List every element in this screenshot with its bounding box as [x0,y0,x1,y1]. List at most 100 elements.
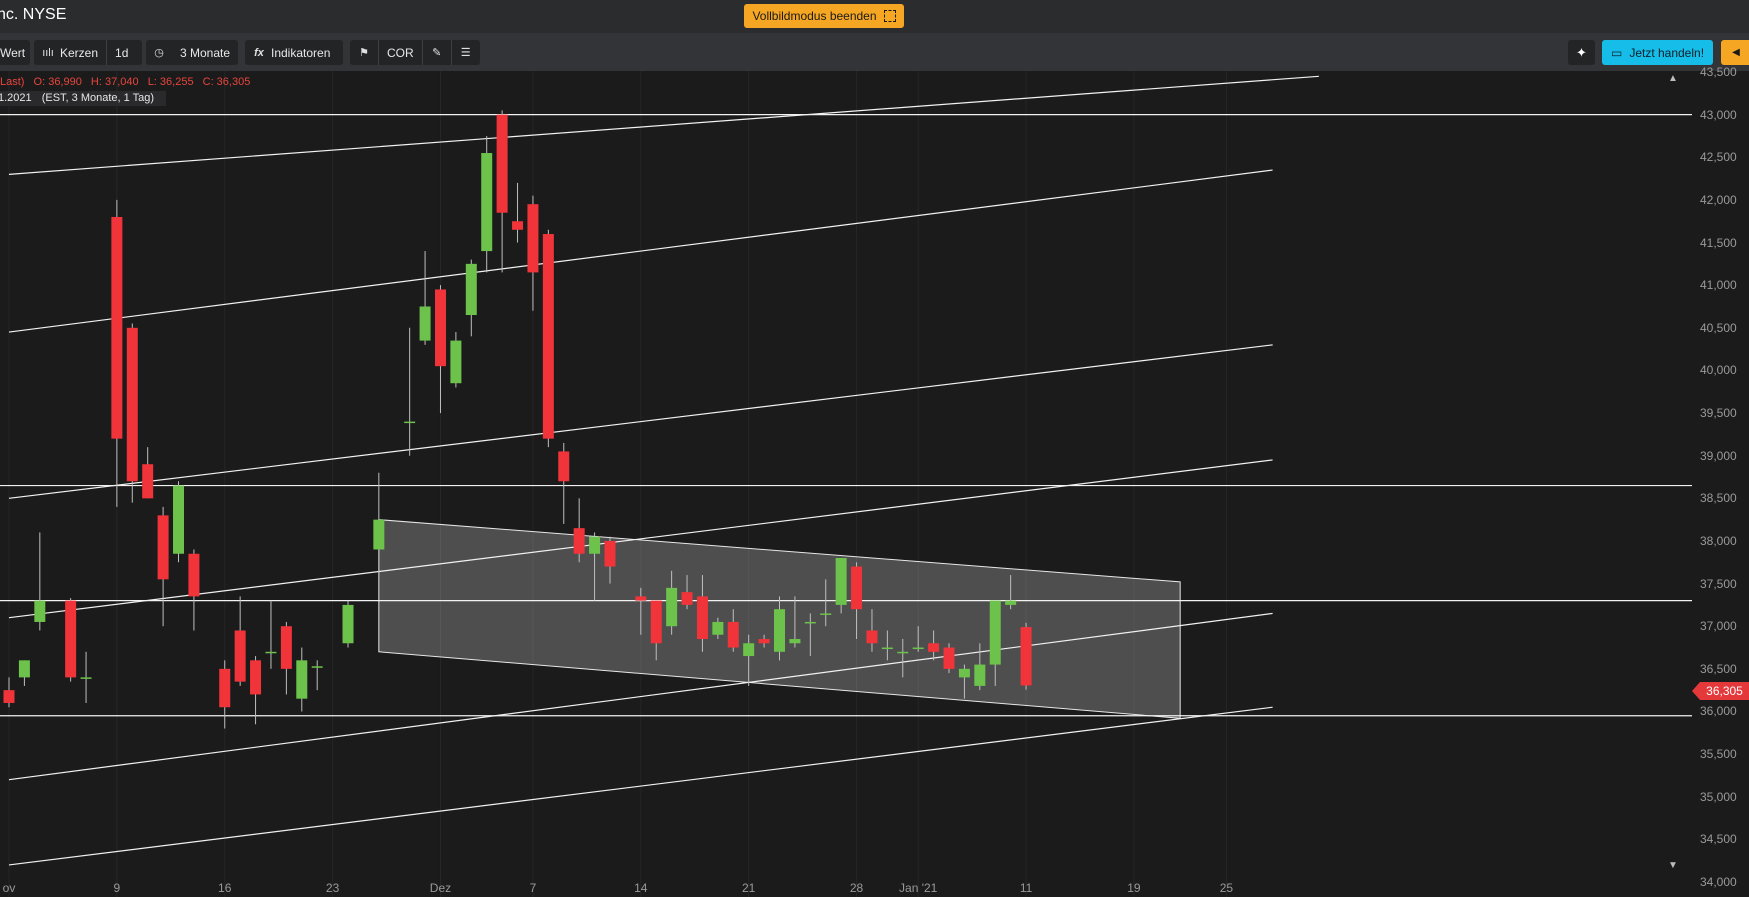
candle-body [142,464,154,499]
period-button[interactable]: 3 Monate [172,40,238,65]
candle-body [173,485,185,554]
bookmark-button[interactable]: ⚑ [350,40,378,65]
candle-body [3,690,15,703]
candle-body [1020,627,1032,686]
candle-body [465,263,477,316]
candle-body [696,596,708,640]
time-axis-label: 25 [1219,881,1234,895]
candle-body [342,604,354,644]
candle-body [635,596,647,601]
price-axis-label: 38,000 [1700,533,1737,548]
clock-icon: ◷ [154,47,164,59]
compare-button[interactable]: COR [379,40,422,65]
candle-body [296,660,308,699]
time-axis-label: 23 [325,881,340,895]
chart-type-label: Kerzen [60,45,99,60]
price-axis-label: 36,000 [1700,704,1737,719]
scroll-up-icon[interactable]: ▲ [1668,73,1678,84]
candle-body [419,306,431,341]
draw-button[interactable]: ✎ [423,40,451,65]
time-axis-label: 9 [113,881,121,895]
price-axis-label: 41,000 [1700,278,1737,293]
time-axis-label: 7 [529,881,537,895]
price-axis-label: 39,500 [1700,406,1737,421]
tools-group: ⚑ COR ✎ ☰ [350,40,480,65]
candle-body [789,639,801,644]
price-axis-label: 34,000 [1700,875,1737,889]
last-price-badge: 36,305 [1700,682,1749,700]
indicators-button[interactable]: fx Indikatoren [245,40,338,65]
candle-body [928,643,940,652]
chevron-left-icon: ◀ [1732,47,1740,58]
indicators-label: Indikatoren [271,45,331,60]
candle-body [280,626,292,669]
candle-body [989,600,1001,665]
chart-type-group: ıılı Kerzen 1d [34,40,142,65]
candle-body [496,114,508,213]
candle-body [589,536,601,554]
chart-toolbar: Wert ıılı Kerzen 1d ◷ 3 Monate fx Indika… [0,33,1749,71]
candle-body [604,540,616,567]
candlestick-icon: ıılı [42,46,54,59]
candle-body [219,668,231,708]
collapse-panel-button[interactable]: ◀ [1721,40,1749,65]
value-label: Wert [0,45,26,60]
scroll-down-icon[interactable]: ▼ [1668,860,1678,871]
interval-button[interactable]: 1d [107,40,136,65]
candle-body [774,609,785,652]
trade-now-button[interactable]: ▭ Jetzt handeln! [1602,40,1713,65]
price-axis-label: 36,500 [1700,661,1737,676]
price-axis-label: 42,000 [1700,192,1737,207]
candle-body [404,421,416,424]
open-value: O: 36,990 [33,76,82,88]
candle-body [758,639,770,644]
value-selector[interactable]: Wert [0,40,30,65]
legend-date: 1.2021 [0,92,32,104]
candle-body [157,515,169,580]
candle-body [18,660,30,678]
period-group: ◷ 3 Monate [146,40,238,65]
last-price-pointer [1692,682,1700,700]
candle-body [835,558,847,605]
time-axis-label: 28 [849,881,864,895]
candle-body [573,528,585,554]
candle-body [434,289,446,367]
candle-body [974,664,986,686]
price-axis-label: 40,000 [1700,363,1737,378]
price-axis-label: 35,000 [1700,789,1737,804]
candle-body [265,651,277,654]
candle-body [897,651,909,654]
candle-body [311,666,323,668]
trend-line [8,75,1319,175]
instrument-title: nc. NYSE [0,6,67,23]
price-axis-label: 39,000 [1700,448,1737,463]
candle-body [743,643,755,657]
exit-fullscreen-button[interactable]: Vollbildmodus beenden [744,4,904,28]
candle-body [126,327,138,482]
legend-range: (EST, 3 Monate, 1 Tag) [41,92,155,104]
price-axis-label: 34,500 [1700,832,1737,847]
candle-body [250,660,262,695]
low-value: L: 36,255 [147,76,194,88]
settings-button[interactable]: ☰ [452,40,480,65]
chart-type-button[interactable]: ıılı Kerzen [34,40,106,65]
time-axis-label: 21 [741,881,756,895]
price-chart[interactable] [0,71,1692,897]
candle-body [727,621,739,648]
range-legend: 1.2021 (EST, 3 Monate, 1 Tag) [0,91,167,106]
period-icon-button[interactable]: ◷ [146,40,172,65]
value-button[interactable]: Wert [0,40,29,65]
price-axis-label: 41,500 [1700,235,1737,250]
candle-body [80,677,92,679]
candle-body [512,221,524,230]
candle-body [851,566,863,610]
candle-body [527,204,539,273]
candle-body [804,621,816,624]
candle-body [188,553,200,597]
price-axis-label: 37,500 [1700,576,1737,591]
ai-assistant-button[interactable]: ✦ [1568,40,1595,65]
bookmark-icon: ⚑ [359,47,369,59]
candle-body [373,519,385,550]
price-axis-label: 43,500 [1700,65,1737,80]
candle-body [558,451,570,482]
